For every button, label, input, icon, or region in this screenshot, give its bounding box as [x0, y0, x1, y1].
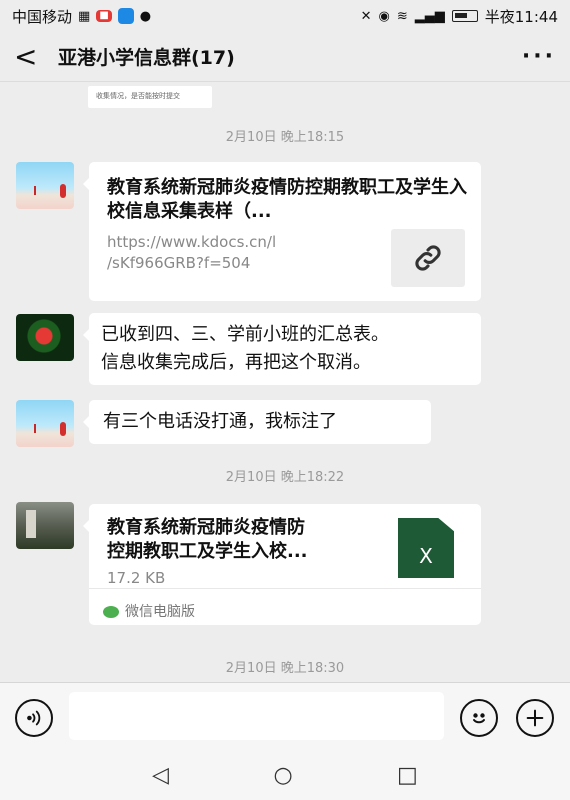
file-source: 微信电脑版 [103, 598, 195, 626]
app-icon [117, 8, 134, 24]
message-line: 已收到四、三、学前小班的汇总表。 [101, 324, 389, 345]
emoji-icon [473, 713, 485, 724]
input-bar [0, 682, 570, 750]
text-message[interactable]: 已收到四、三、学前小班的汇总表。 信息收集完成后，再把这个取消。 [83, 313, 481, 385]
clock: 半夜11:44 [484, 7, 558, 26]
timestamp: 2月10日 晚上18:30 [225, 661, 345, 676]
nav-home-button[interactable]: ○ [273, 763, 292, 788]
wechat-icon [103, 606, 119, 618]
plus-button[interactable] [516, 699, 554, 737]
divider [89, 588, 481, 589]
message-line: 有三个电话没打通，我标注了 [103, 411, 337, 432]
message-icon: ● [139, 8, 152, 24]
wifi-icon: ≋ [396, 8, 408, 24]
previous-message-stub[interactable]: 收集情况，是否能按时提交 [88, 86, 212, 108]
mute-icon: ✕ [360, 8, 372, 24]
link-card-title: 教育系统新冠肺炎疫情防控期教职工及学生入校信息采集表样（... [107, 177, 467, 222]
text-message[interactable]: 有三个电话没打通，我标注了 [83, 400, 431, 444]
chat-header: < 亚港小学信息群(17) ··· [0, 32, 570, 82]
previous-message-text: 收集情况，是否能按时提交 [96, 92, 180, 100]
file-title-line1: 教育系统新冠肺炎疫情防 [107, 517, 305, 538]
avatar[interactable] [16, 162, 74, 209]
app-notification-icon: ■ [96, 10, 112, 22]
file-source-label: 微信电脑版 [125, 604, 195, 620]
link-card-url-line1: https://www.kdocs.cn/l [107, 233, 277, 251]
link-card-url-line2: /sKf966GRB?f=504 [107, 254, 251, 272]
nav-back-button[interactable]: ◁ [152, 763, 169, 788]
message-list[interactable]: 收集情况，是否能按时提交 2月10日 晚上18:15 教育系统新冠肺炎疫情防控期… [0, 82, 570, 682]
activity-icon: ▦ [78, 8, 91, 24]
link-icon [391, 229, 465, 287]
excel-file-icon: X [398, 518, 454, 578]
timestamp: 2月10日 晚上18:22 [225, 470, 345, 485]
excel-file-letter: X [419, 544, 433, 568]
message-line: 信息收集完成后，再把这个取消。 [101, 352, 371, 373]
carrier-label: 中国移动 [12, 7, 73, 26]
chat-title: 亚港小学信息群(17) [58, 47, 235, 69]
avatar[interactable] [16, 502, 74, 549]
timestamp: 2月10日 晚上18:15 [225, 130, 345, 145]
voice-icon [27, 710, 41, 726]
battery-icon [451, 10, 478, 22]
nav-recents-button[interactable]: □ [397, 763, 418, 788]
link-card-message[interactable]: 教育系统新冠肺炎疫情防控期教职工及学生入校信息采集表样（... https://… [83, 162, 481, 301]
file-title-line2: 控期教职工及学生入校... [107, 541, 308, 562]
message-input[interactable] [69, 692, 444, 740]
avatar[interactable] [16, 314, 74, 361]
back-button[interactable]: < [14, 42, 48, 71]
emoji-button[interactable] [460, 699, 498, 737]
status-bar: 中国移动 ▦ ■ ● ✕ ◉ ≋ ▂▄▆ 半夜11:44 [0, 0, 570, 32]
avatar[interactable] [16, 400, 74, 447]
file-message[interactable]: 教育系统新冠肺炎疫情防 控期教职工及学生入校... 17.2 KB X 微信电脑… [83, 504, 481, 626]
signal-icon: ▂▄▆ [414, 8, 445, 24]
plus-icon [526, 709, 544, 727]
voice-button[interactable] [15, 699, 53, 737]
eye-icon: ◉ [378, 8, 390, 24]
system-nav-bar: ◁ ○ □ [0, 750, 570, 800]
more-options-button[interactable]: ··· [522, 44, 556, 69]
